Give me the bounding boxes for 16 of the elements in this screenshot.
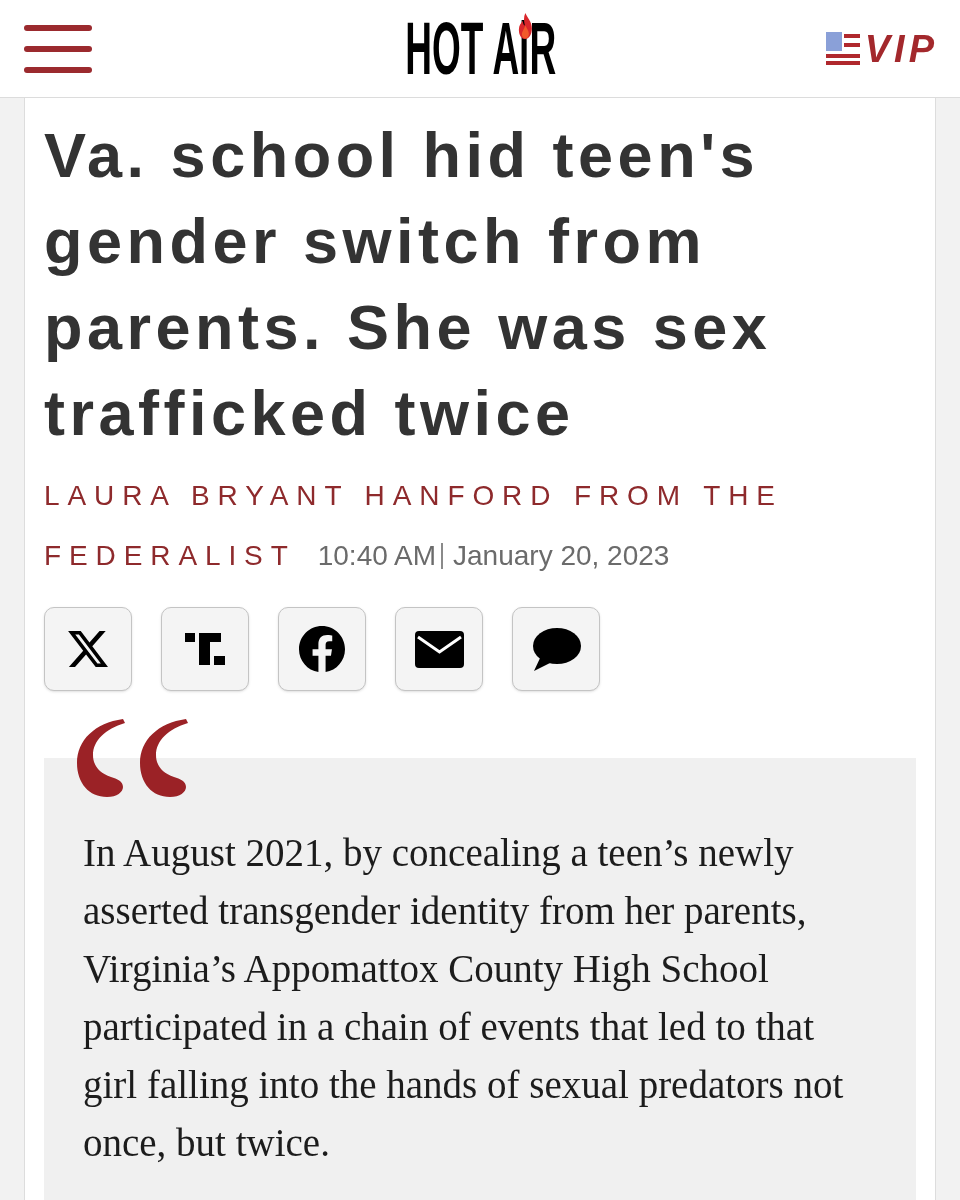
- t-letter-icon: [185, 633, 225, 665]
- quote-text: In August 2021, by concealing a teen’s newly asserted transgender identity from her parents, Virginia’s Appomattox County High School participated in a chain of events that led to that girl falling into the hands of sexual predators not once, but twice.: [83, 830, 845, 1166]
- vip-link[interactable]: VIP: [825, 28, 938, 69]
- envelope-icon: [414, 630, 464, 668]
- email-button[interactable]: [395, 607, 483, 691]
- x-letter-icon: [68, 630, 108, 668]
- byline: LAURA BRYANT HANFORD FROM THE FEDERALIST 10:40 AM January 20, 2023: [44, 479, 784, 573]
- comment-button[interactable]: [512, 607, 600, 691]
- menu-icon[interactable]: [24, 24, 92, 73]
- share-button[interactable]: [44, 607, 132, 691]
- share-button[interactable]: [278, 607, 366, 691]
- share-button[interactable]: [161, 607, 249, 691]
- speech-bubble-icon: [531, 627, 581, 671]
- article-headline: Va. school hid teen's gender switch from parents. She was sex trafficked twice: [44, 119, 773, 450]
- site-logo[interactable]: HOT AiR: [405, 11, 557, 86]
- flag-icon: [825, 32, 860, 65]
